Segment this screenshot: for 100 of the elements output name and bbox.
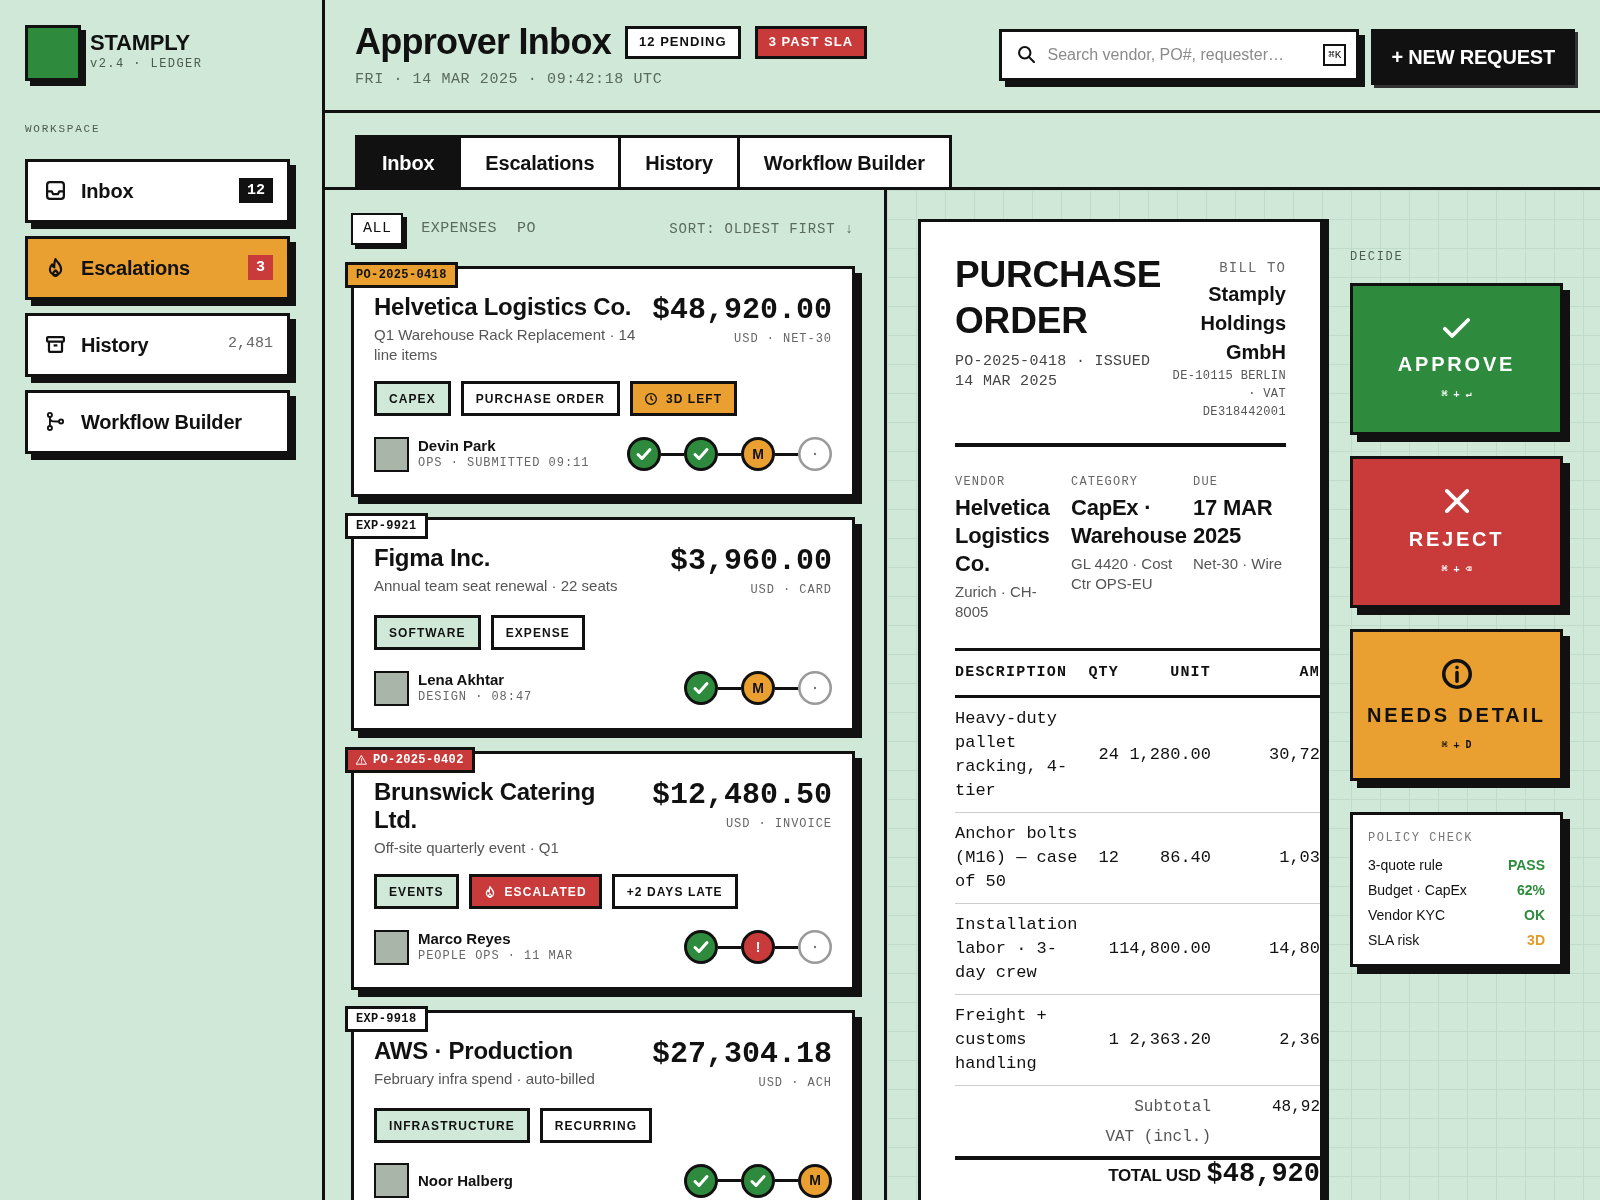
section-label: WORKSPACE	[25, 122, 102, 137]
table-cell-text: 1,03	[1278, 847, 1320, 869]
category-tag: SOFTWARE	[374, 615, 481, 650]
reference-id: EXP-9918	[356, 1011, 417, 1028]
table-cell-text: 24	[1097, 744, 1119, 766]
reference-id: PO-2025-0418	[356, 267, 447, 284]
vendor-name: Brunswick Catering Ltd.	[374, 778, 597, 834]
approved-step-icon	[741, 1163, 775, 1198]
type-tag: PURCHASE ORDER	[460, 381, 620, 416]
request-description: Off-site quarterly event · Q1	[374, 838, 560, 858]
field-value: CapEx · Warehouse	[1071, 494, 1188, 550]
field-detail: GL 4420 · Cost Ctr OPS-EU	[1071, 554, 1174, 594]
step-connector	[775, 1179, 798, 1182]
field-label: DUE	[1193, 475, 1220, 489]
vendor-name: AWS · Production	[374, 1037, 574, 1065]
document-title: PURCHASE ORDER	[955, 253, 1163, 343]
rule-name: Budget · CapEx	[1368, 881, 1467, 900]
table-cell-text: 86.40	[1159, 847, 1211, 869]
amount: $3,960.00	[669, 544, 832, 578]
step-connector	[775, 452, 798, 456]
field-detail: Zurich · CH-8005	[955, 582, 1038, 622]
count-badge: 12	[239, 178, 273, 203]
flame-icon	[483, 885, 496, 898]
table-cell-text: 14,800.00	[1119, 938, 1211, 960]
amount: $12,480.50	[651, 778, 832, 812]
bill-to-address: DE-10115 BERLIN · VAT DE318442001	[1171, 368, 1286, 421]
tab[interactable]: History	[618, 135, 740, 187]
new-request-button[interactable]: + NEW REQUEST	[1371, 29, 1575, 85]
current-approver-step: M	[741, 671, 775, 705]
shortcut-hint: ⌘ + D	[1441, 739, 1472, 751]
info-icon	[1441, 659, 1472, 689]
timestamp: FRI · 14 MAR 2025 · 09:42:18 UTC	[355, 70, 664, 90]
category-tag: EVENTS	[374, 874, 459, 909]
rule-result: PASS	[1507, 856, 1545, 875]
amount-terms: USD · ACH	[758, 1075, 832, 1092]
request-description: Q1 Warehouse Rack Replacement · 14 line items	[374, 325, 637, 365]
requester-name: Devin Park	[418, 436, 497, 455]
amount: $48,920.00	[651, 293, 832, 327]
table-cell-text: 1	[1107, 938, 1119, 960]
avatar-placeholder	[374, 1163, 409, 1198]
inbox-tray-icon	[46, 181, 65, 200]
current-approver-step: M	[798, 1163, 832, 1198]
filter-chip[interactable]: EXPENSES	[419, 213, 499, 245]
total-amount: $48,920	[1206, 1161, 1320, 1187]
table-cell-text: 12	[1097, 847, 1119, 869]
bill-to-name: Stamply Holdings GmbH	[1199, 282, 1286, 365]
requester-name: Noor Halberg	[418, 1171, 513, 1190]
rule-result: 3D	[1527, 931, 1545, 950]
reference-id: PO-2025-0402	[373, 752, 464, 769]
rule-result: OK	[1524, 906, 1545, 925]
requester-meta: OPS · SUBMITTED 09:11	[418, 455, 590, 472]
pending-step-icon	[798, 437, 832, 471]
step-connector	[718, 1179, 741, 1182]
avatar-placeholder	[374, 929, 409, 965]
field-detail: Net-30 · Wire	[1193, 554, 1284, 574]
request-description: February infra spend · auto-billed	[374, 1069, 596, 1089]
table-cell-text: Installation labor · 3-day crew	[955, 914, 1079, 984]
total-label: TOTAL USD	[1108, 1165, 1201, 1187]
search-icon	[1018, 46, 1036, 63]
pending-step-icon	[798, 930, 832, 964]
vendor-name: Helvetica Logistics Co.	[374, 293, 633, 321]
table-cell-text: 1	[1107, 1029, 1119, 1051]
request-description: Annual team seat renewal · 22 seats	[374, 576, 619, 596]
requester-name: Lena Akhtar	[418, 670, 506, 689]
current-approver-step: M	[741, 437, 775, 471]
brand-name: STAMPLY	[90, 30, 191, 56]
approved-step-icon	[684, 930, 718, 964]
reference-id: EXP-9921	[356, 518, 417, 535]
step-connector	[718, 452, 741, 456]
flame-icon	[46, 258, 65, 277]
approved-step-icon	[684, 671, 718, 705]
approved-step-icon	[684, 1163, 718, 1198]
rule-result: 62%	[1516, 881, 1545, 900]
field-label: CATEGORY	[1071, 475, 1140, 489]
amount-terms: USD · INVOICE	[725, 816, 832, 833]
step-connector	[775, 945, 798, 949]
field-value: Helvetica Logistics Co.	[955, 494, 1051, 578]
avatar-placeholder	[374, 436, 409, 472]
column-header: QTY	[1087, 662, 1119, 683]
warning-icon	[356, 755, 367, 765]
column-header: DESCRIPTION	[955, 662, 1069, 683]
table-cell-text: 2,363.20	[1128, 1029, 1211, 1051]
check-icon	[1443, 318, 1470, 338]
archive-box-icon	[46, 335, 65, 354]
rule-name: Vendor KYC	[1368, 906, 1446, 925]
subtotal-value: 48,92	[1271, 1097, 1320, 1118]
shortcut-hint: ⌘ + ⌫	[1441, 563, 1472, 575]
requester-name: Marco Reyes	[418, 929, 512, 948]
document-reference: PO-2025-0418 · ISSUED 14 MAR 2025	[955, 352, 1152, 392]
field-value: 17 MAR 2025	[1193, 494, 1274, 550]
pending-step-icon	[798, 671, 832, 705]
sort-control[interactable]: SORT: OLDEST FIRST ↓	[669, 218, 854, 240]
approved-step-icon	[684, 437, 718, 471]
category-tag: CAPEX	[374, 381, 451, 416]
step-connector	[718, 945, 741, 949]
table-cell-text: 2,36	[1278, 1029, 1320, 1051]
requester-meta: PEOPLE OPS · 11 MAR	[418, 948, 574, 965]
filter-chip[interactable]: PO	[515, 213, 538, 245]
rule-name: SLA risk	[1368, 931, 1420, 950]
count-badge: 3	[248, 255, 273, 280]
